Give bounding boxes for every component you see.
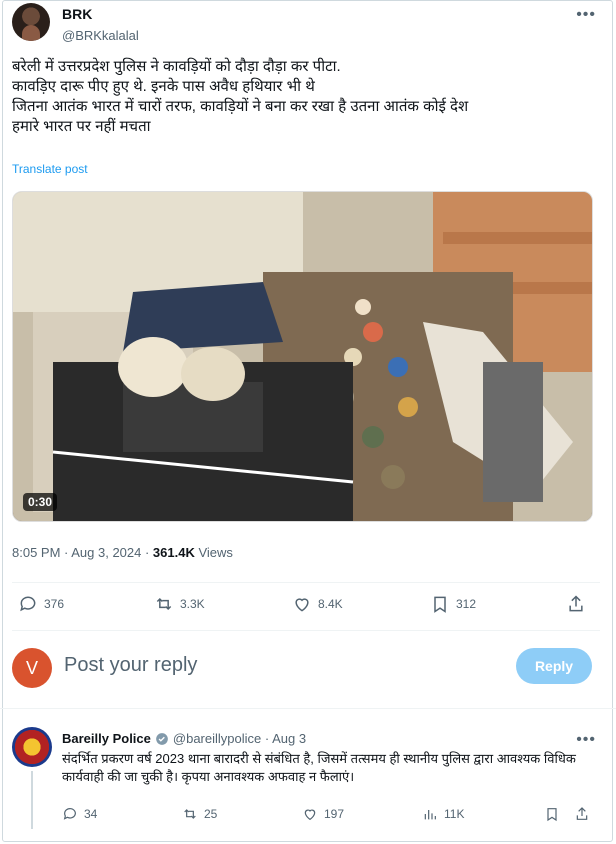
divider <box>12 630 600 631</box>
divider <box>12 582 600 583</box>
user-avatar[interactable]: V <box>12 648 52 688</box>
repost-action[interactable]: 3.3K <box>154 594 205 614</box>
reply-button[interactable]: Reply <box>516 648 592 684</box>
post-text-line: हमारे भारत पर नहीं मचता <box>12 118 151 135</box>
post-text-line: कावड़िए दारू पीए हुए थे. इनके पास अवैध ह… <box>12 78 315 95</box>
verified-badge-icon <box>156 732 168 745</box>
more-options-icon[interactable]: ••• <box>576 6 596 24</box>
thread-line <box>31 771 33 829</box>
share-icon <box>569 595 583 612</box>
divider <box>0 708 616 709</box>
repost-count: 3.3K <box>180 597 205 611</box>
reply-icon <box>63 808 76 820</box>
bookmark-count: 312 <box>456 597 477 611</box>
video-player[interactable]: 0:30 <box>12 191 593 522</box>
video-frame-image <box>13 192 592 521</box>
like-action[interactable]: 8.4K <box>292 594 343 614</box>
post-meta: 8:05 PM · Aug 3, 2024 · 361.4K Views <box>12 545 233 560</box>
reply-icon <box>20 596 36 612</box>
reply-actions: 34 25 197 11K <box>62 806 602 826</box>
reply-views-count: 11K <box>444 807 465 821</box>
reply-like-count: 197 <box>324 807 345 821</box>
reply-author-handle[interactable]: @bareillypolice · Aug 3 <box>173 731 306 746</box>
author-name[interactable]: BRK <box>62 6 139 23</box>
like-count: 8.4K <box>318 597 343 611</box>
author-handle[interactable]: @BRKkalalal <box>62 27 139 44</box>
post-text: बरेली में उत्तरप्रदेश पुलिस ने कावड़ियों… <box>12 57 602 137</box>
reply-more-options-icon[interactable]: ••• <box>576 731 596 749</box>
post-timestamp[interactable]: 8:05 PM · Aug 3, 2024 · <box>12 545 153 560</box>
reply-text: संदर्भित प्रकरण वर्ष 2023 थाना बारादरी स… <box>62 751 576 784</box>
post-text-line: बरेली में उत्तरप्रदेश पुलिस ने कावड़ियों… <box>12 58 341 75</box>
views-chart-icon <box>424 810 436 820</box>
reply-reply-count: 34 <box>84 807 98 821</box>
reply-header: Bareilly Police @bareillypolice · Aug 3 <box>62 731 306 746</box>
share-icon <box>576 807 588 820</box>
heart-icon <box>304 809 316 821</box>
post-text-line: जितना आतंक भारत में चारों तरफ, कावड़ियों… <box>12 98 469 115</box>
author-avatar[interactable] <box>12 3 50 41</box>
bookmark-icon <box>547 808 557 822</box>
reply-reply-action[interactable]: 34 <box>62 806 97 822</box>
reply-share-action[interactable] <box>574 806 590 822</box>
repost-icon <box>156 597 172 611</box>
views-label: Views <box>194 545 233 560</box>
reply-input[interactable]: Post your reply <box>64 654 197 677</box>
reply-like-action[interactable]: 197 <box>302 806 344 822</box>
translate-post-link[interactable]: Translate post <box>12 162 88 176</box>
video-duration: 0:30 <box>23 493 58 511</box>
views-count: 361.4K <box>152 545 195 560</box>
repost-icon <box>184 809 196 819</box>
post-actions: 376 3.3K 8.4K 312 <box>12 594 592 618</box>
reply-author-avatar[interactable] <box>12 727 52 767</box>
bookmark-icon <box>434 596 446 613</box>
reply-author-name[interactable]: Bareilly Police <box>62 731 151 746</box>
author-block[interactable]: BRK @BRKkalalal <box>62 6 139 44</box>
share-action[interactable] <box>566 594 586 614</box>
reply-views-action[interactable]: 11K <box>422 806 464 822</box>
reply-repost-action[interactable]: 25 <box>182 806 217 822</box>
bookmark-action[interactable]: 312 <box>430 594 476 614</box>
reply-repost-count: 25 <box>204 807 218 821</box>
reply-count: 376 <box>44 597 65 611</box>
reply-bookmark-action[interactable] <box>544 806 560 822</box>
heart-icon <box>295 598 309 612</box>
reply-action[interactable]: 376 <box>18 594 64 614</box>
